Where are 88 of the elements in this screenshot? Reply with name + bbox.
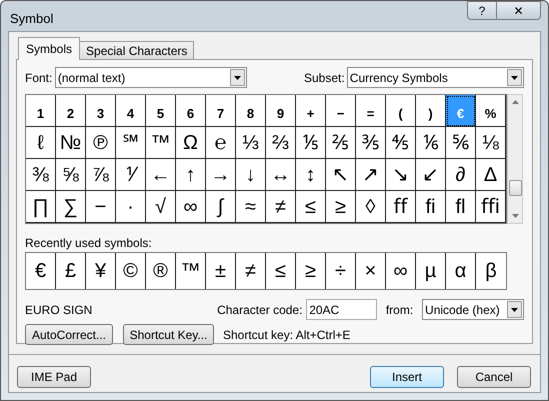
symbol-cell[interactable]: Ω bbox=[176, 127, 206, 159]
symbol-cell[interactable]: ∞ bbox=[176, 191, 206, 223]
window-title: Symbol bbox=[10, 10, 54, 28]
from-dropdown[interactable]: Unicode (hex) bbox=[422, 299, 524, 320]
symbol-cell[interactable]: ∆ bbox=[476, 159, 506, 191]
symbol-cell[interactable]: 4 bbox=[116, 95, 146, 127]
tab[interactable]: Special Characters bbox=[80, 41, 194, 60]
symbol-cell[interactable]: ⅘ bbox=[386, 127, 416, 159]
symbol-cell[interactable]: № bbox=[56, 127, 86, 159]
symbol-cell[interactable]: ⅝ bbox=[56, 159, 86, 191]
symbol-cell[interactable]: ⅜ bbox=[26, 159, 56, 191]
symbol-cell[interactable]: ↔ bbox=[266, 159, 296, 191]
symbol-cell[interactable]: ∑ bbox=[56, 191, 86, 223]
symbol-cell[interactable]: ( bbox=[386, 95, 416, 127]
help-button[interactable]: ? bbox=[467, 1, 497, 20]
symbol-cell[interactable]: ∫ bbox=[206, 191, 236, 223]
scrollbar[interactable] bbox=[507, 94, 523, 224]
dialog-button[interactable]: IME Pad bbox=[17, 366, 91, 388]
font-label: Font: bbox=[25, 70, 54, 86]
symbol-cell[interactable]: 9 bbox=[266, 95, 296, 127]
symbol-cell[interactable]: 7 bbox=[206, 95, 236, 127]
symbol-cell[interactable]: ≈ bbox=[236, 191, 266, 223]
symbol-cell[interactable]: ⅔ bbox=[266, 127, 296, 159]
symbol-cell[interactable]: ↗ bbox=[356, 159, 386, 191]
symbol-cell[interactable]: → bbox=[206, 159, 236, 191]
symbol-cell[interactable]: ↖ bbox=[326, 159, 356, 191]
symbol-cell[interactable]: ⅞ bbox=[86, 159, 116, 191]
symbol-cell[interactable]: ™ bbox=[146, 127, 176, 159]
symbol-cell[interactable]: 5 bbox=[146, 95, 176, 127]
symbol-cell[interactable]: ﬃ bbox=[476, 191, 506, 223]
symbol-cell[interactable]: ≤ bbox=[296, 191, 326, 223]
font-dropdown[interactable]: (normal text) bbox=[54, 67, 247, 88]
symbol-cell[interactable]: ∂ bbox=[446, 159, 476, 191]
symbol-cell[interactable]: ⅙ bbox=[416, 127, 446, 159]
symbol-cell[interactable]: 2 bbox=[56, 95, 86, 127]
scroll-thumb[interactable] bbox=[508, 180, 522, 196]
symbol-cell[interactable]: ≠ bbox=[266, 191, 296, 223]
symbol-cell[interactable]: − bbox=[326, 95, 356, 127]
symbol-cell[interactable]: 8 bbox=[236, 95, 266, 127]
symbol-cell[interactable]: ⅓ bbox=[236, 127, 266, 159]
symbol-cell[interactable]: 3 bbox=[86, 95, 116, 127]
symbol-cell[interactable]: √ bbox=[146, 191, 176, 223]
recent-symbol[interactable]: β bbox=[476, 253, 506, 289]
symbol-cell[interactable]: − bbox=[86, 191, 116, 223]
symbol-cell[interactable]: ↑ bbox=[176, 159, 206, 191]
shortcut-key-text: Shortcut key: Alt+Ctrl+E bbox=[223, 326, 350, 344]
symbol-cell[interactable]: ⅟ bbox=[116, 159, 146, 191]
dialog-button[interactable]: Cancel bbox=[457, 366, 531, 388]
symbol-cell[interactable]: ⅖ bbox=[326, 127, 356, 159]
symbol-cell[interactable]: ↘ bbox=[386, 159, 416, 191]
scroll-up-icon[interactable] bbox=[512, 100, 518, 104]
from-label: from: bbox=[386, 302, 414, 318]
symbol-cell[interactable]: 1 bbox=[26, 95, 56, 127]
symbol-cell[interactable]: % bbox=[476, 95, 506, 127]
subset-dropdown[interactable]: Currency Symbols bbox=[346, 67, 524, 88]
symbol-cell[interactable]: + bbox=[296, 95, 326, 127]
shortcut-key-button[interactable]: Shortcut Key... bbox=[123, 324, 214, 345]
symbol-cell[interactable]: ← bbox=[146, 159, 176, 191]
tab[interactable]: Symbols bbox=[18, 37, 80, 60]
symbol-cell[interactable]: ∙ bbox=[116, 191, 146, 223]
symbol-cell[interactable]: ℮ bbox=[206, 127, 236, 159]
symbol-cell[interactable]: ∏ bbox=[26, 191, 56, 223]
symbol-cell[interactable]: ≥ bbox=[326, 191, 356, 223]
character-name: EURO SIGN bbox=[25, 302, 94, 318]
symbol-cell[interactable]: ↙ bbox=[416, 159, 446, 191]
dialog-button[interactable]: Insert bbox=[370, 366, 444, 388]
symbol-cell[interactable]: ⅛ bbox=[476, 127, 506, 159]
symbol-cell[interactable]: = bbox=[356, 95, 386, 127]
symbol-cell[interactable]: ◊ bbox=[356, 191, 386, 223]
symbol-cell[interactable]: ℗ bbox=[86, 127, 116, 159]
character-code-label: Character code: bbox=[217, 302, 304, 318]
symbol-cell[interactable]: ﬀ bbox=[386, 191, 416, 223]
symbol-cell[interactable]: ↕ bbox=[296, 159, 326, 191]
close-button[interactable]: ✕ bbox=[497, 1, 541, 20]
symbol-cell[interactable]: ℓ bbox=[26, 127, 56, 159]
symbol-cell[interactable]: ﬂ bbox=[446, 191, 476, 223]
scroll-down-icon[interactable] bbox=[512, 214, 518, 218]
subset-label: Subset: bbox=[304, 70, 346, 86]
recent-symbols-label: Recently used symbols: bbox=[25, 235, 153, 249]
symbol-cell[interactable]: ⅚ bbox=[446, 127, 476, 159]
symbol-cell[interactable]: ↓ bbox=[236, 159, 266, 191]
symbol-cell[interactable]: ⅕ bbox=[296, 127, 326, 159]
autocorrect-button[interactable]: AutoCorrect... bbox=[25, 324, 113, 345]
symbol-cell[interactable]: ⅗ bbox=[356, 127, 386, 159]
symbol-cell[interactable]: 6 bbox=[176, 95, 206, 127]
symbol-cell[interactable]: ﬁ bbox=[416, 191, 446, 223]
character-code-field[interactable]: 20AC bbox=[306, 299, 377, 320]
symbol-cell[interactable]: ℠ bbox=[116, 127, 146, 159]
